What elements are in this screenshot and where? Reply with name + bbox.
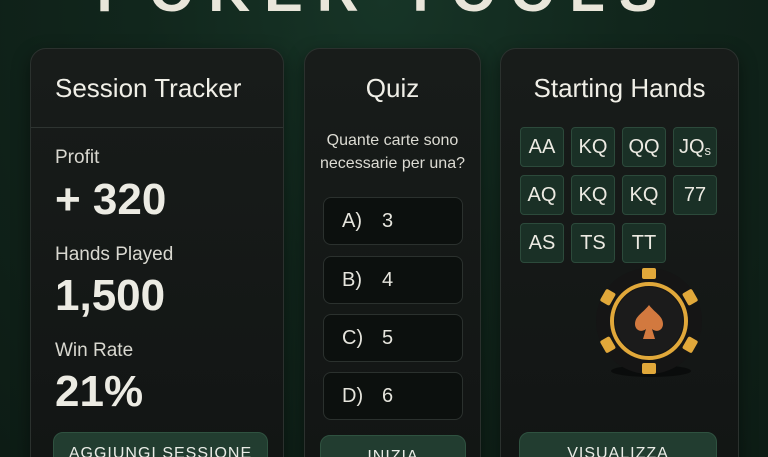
profit-value: + 320 (55, 175, 167, 224)
answer-option-b[interactable]: B) 4 (323, 256, 463, 304)
view-hands-button[interactable]: VISUALIZZA (519, 432, 717, 457)
hands-played-value: 1,500 (55, 271, 166, 320)
answer-value: 3 (382, 209, 394, 232)
answer-value: 6 (382, 384, 394, 407)
answer-value: 4 (382, 268, 394, 291)
add-session-button[interactable]: AGGIUNGI SESSIONE (53, 432, 268, 457)
answer-letter: C) (342, 326, 364, 349)
session-tracker-title: Session Tracker (55, 73, 242, 103)
divider (31, 127, 283, 128)
answer-value: 5 (382, 326, 394, 349)
hand-label: AQ (527, 183, 557, 206)
win-rate-label: Win Rate (55, 340, 134, 361)
hand-label: AA (528, 135, 556, 158)
hand-label: TS (580, 231, 606, 254)
hand-tile[interactable]: JQ s (673, 127, 717, 167)
answer-letter: D) (342, 384, 364, 407)
hand-tile[interactable]: AA (520, 127, 564, 167)
quiz-card: Quiz Quante carte sono necessarie per un… (304, 48, 481, 457)
hand-tile[interactable]: KQ (571, 127, 615, 167)
session-tracker-card: Session Tracker Profit + 320 Hands Playe… (30, 48, 284, 457)
hand-label: QQ (628, 135, 660, 158)
hand-label: KQ (578, 183, 608, 206)
hand-tile[interactable]: QQ (622, 127, 666, 167)
answer-option-a[interactable]: A) 3 (323, 197, 463, 245)
answer-letter: A) (342, 209, 362, 232)
hand-tile[interactable]: AS (520, 223, 564, 263)
hand-tile[interactable]: TS (571, 223, 615, 263)
win-rate-value: 21% (55, 367, 144, 416)
start-quiz-button[interactable]: INIZIA (320, 435, 466, 457)
hands-played-label: Hands Played (55, 244, 174, 265)
hand-label: AS (528, 231, 556, 254)
hand-tile[interactable]: KQ (622, 175, 666, 215)
hand-label: KQ (578, 135, 608, 158)
hand-tile[interactable]: 77 (673, 175, 717, 215)
quiz-title: Quiz (365, 73, 420, 103)
answer-option-d[interactable]: D) 6 (323, 372, 463, 420)
hand-tile[interactable]: TT (622, 223, 666, 263)
hand-tile[interactable]: AQ (520, 175, 564, 215)
answer-letter: B) (342, 268, 362, 291)
poker-chip-spade-icon (596, 268, 702, 377)
hand-tile[interactable]: KQ (571, 175, 615, 215)
hand-label: 77 (683, 183, 707, 206)
hand-label: JQ (678, 135, 705, 158)
answer-option-c[interactable]: C) 5 (323, 314, 463, 362)
starting-hands-card: Starting Hands AA KQ QQ JQ s AQ KQ KQ 77 … (500, 48, 739, 457)
hand-label: KQ (629, 183, 659, 206)
hand-suffix: s (704, 142, 712, 158)
page-title: POKER TOOLS (0, 0, 768, 25)
quiz-question: Quante carte sono necessarie per una? (320, 132, 465, 172)
starting-hands-title: Starting Hands (533, 73, 706, 103)
hand-label: TT (631, 231, 657, 254)
profit-label: Profit (55, 147, 100, 168)
